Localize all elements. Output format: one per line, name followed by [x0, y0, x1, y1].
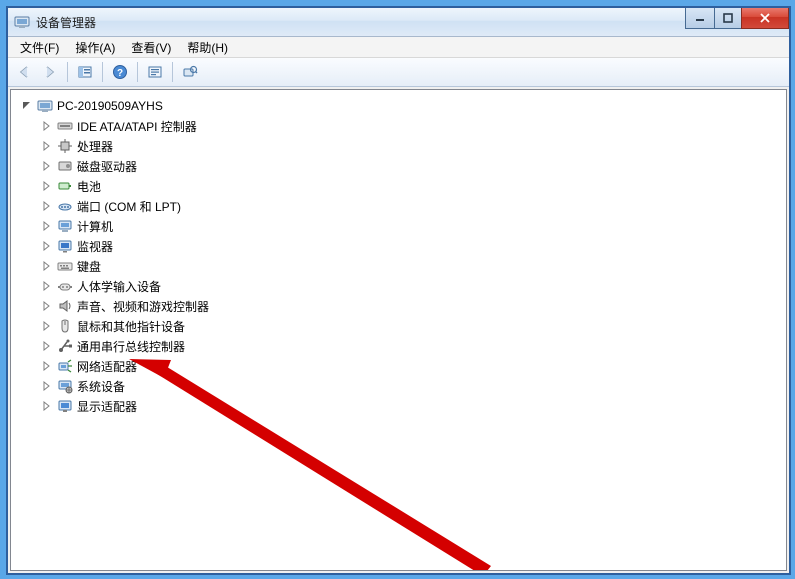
category-icon [57, 158, 73, 174]
expand-icon[interactable] [41, 320, 53, 332]
expand-icon[interactable] [41, 220, 53, 232]
category-icon [57, 118, 73, 134]
expand-icon[interactable] [41, 240, 53, 252]
tree-item[interactable]: 电池 [41, 176, 782, 196]
tree-item[interactable]: 声音、视频和游戏控制器 [41, 296, 782, 316]
toolbar: ? [8, 58, 789, 87]
tree-item[interactable]: 显示适配器 [41, 396, 782, 416]
tree-item[interactable]: 键盘 [41, 256, 782, 276]
content-frame: PC-20190509AYHS IDE ATA/ATAPI 控制器处理器磁盘驱动器… [8, 87, 789, 573]
tree-item-label: 端口 (COM 和 LPT) [77, 198, 181, 215]
app-icon [14, 14, 30, 30]
tree-item[interactable]: 监视器 [41, 236, 782, 256]
toolbar-separator [102, 62, 103, 82]
close-button[interactable] [741, 8, 789, 29]
tree-item-label: IDE ATA/ATAPI 控制器 [77, 118, 197, 135]
category-icon [57, 278, 73, 294]
expand-icon[interactable] [41, 120, 53, 132]
tree-item[interactable]: 计算机 [41, 216, 782, 236]
tree-item[interactable]: 通用串行总线控制器 [41, 336, 782, 356]
show-hide-tree-button[interactable] [73, 60, 97, 84]
category-icon [57, 238, 73, 254]
expand-icon[interactable] [41, 280, 53, 292]
titlebar[interactable]: 设备管理器 [8, 8, 789, 37]
expand-icon[interactable] [41, 140, 53, 152]
menu-file[interactable]: 文件(F) [12, 37, 67, 58]
category-icon [57, 218, 73, 234]
tree-item[interactable]: 端口 (COM 和 LPT) [41, 196, 782, 216]
category-icon [57, 358, 73, 374]
category-icon [57, 198, 73, 214]
expand-icon[interactable] [21, 100, 33, 112]
expand-icon[interactable] [41, 180, 53, 192]
maximize-button[interactable] [714, 8, 742, 29]
expand-icon[interactable] [41, 200, 53, 212]
tree-item-label: 显示适配器 [77, 398, 137, 415]
device-tree-panel[interactable]: PC-20190509AYHS IDE ATA/ATAPI 控制器处理器磁盘驱动器… [10, 89, 787, 571]
device-manager-window: 设备管理器 文件(F) 操作(A) 查看(V) 帮助(H) [7, 7, 790, 574]
tree-item-label: 鼠标和其他指针设备 [77, 318, 185, 335]
toolbar-separator [137, 62, 138, 82]
tree-item[interactable]: 鼠标和其他指针设备 [41, 316, 782, 336]
menu-help[interactable]: 帮助(H) [179, 37, 236, 58]
tree-item[interactable]: 系统设备 [41, 376, 782, 396]
tree-item-label: 键盘 [77, 258, 101, 275]
category-icon [57, 378, 73, 394]
computer-icon [37, 98, 53, 114]
category-icon [57, 298, 73, 314]
properties-button[interactable] [143, 60, 167, 84]
category-icon [57, 178, 73, 194]
toolbar-separator [67, 62, 68, 82]
tree-item-label: 计算机 [77, 218, 113, 235]
svg-text:?: ? [117, 68, 123, 79]
tree-item-label: 网络适配器 [77, 358, 137, 375]
expand-icon[interactable] [41, 380, 53, 392]
tree-item-label: 人体学输入设备 [77, 278, 161, 295]
tree-item-label: 系统设备 [77, 378, 125, 395]
tree-item-label: 通用串行总线控制器 [77, 338, 185, 355]
category-icon [57, 258, 73, 274]
tree-root[interactable]: PC-20190509AYHS [21, 96, 782, 116]
expand-icon[interactable] [41, 360, 53, 372]
scan-hardware-button[interactable] [178, 60, 202, 84]
tree-item[interactable]: 处理器 [41, 136, 782, 156]
expand-icon[interactable] [41, 340, 53, 352]
forward-button[interactable] [38, 60, 62, 84]
tree-root-label: PC-20190509AYHS [57, 99, 163, 113]
toolbar-separator [172, 62, 173, 82]
expand-icon[interactable] [41, 300, 53, 312]
category-icon [57, 338, 73, 354]
back-button[interactable] [12, 60, 36, 84]
category-icon [57, 318, 73, 334]
category-icon [57, 398, 73, 414]
tree-item[interactable]: IDE ATA/ATAPI 控制器 [41, 116, 782, 136]
tree-item-label: 处理器 [77, 138, 113, 155]
tree-item[interactable]: 人体学输入设备 [41, 276, 782, 296]
menu-view[interactable]: 查看(V) [123, 37, 179, 58]
expand-icon[interactable] [41, 400, 53, 412]
tree-item[interactable]: 网络适配器 [41, 356, 782, 376]
tree-item-label: 监视器 [77, 238, 113, 255]
window-controls [686, 8, 789, 28]
expand-icon[interactable] [41, 260, 53, 272]
minimize-button[interactable] [685, 8, 715, 29]
tree-item-label: 磁盘驱动器 [77, 158, 137, 175]
help-button[interactable]: ? [108, 60, 132, 84]
tree-item[interactable]: 磁盘驱动器 [41, 156, 782, 176]
window-title: 设备管理器 [36, 14, 96, 31]
tree-item-label: 电池 [77, 178, 101, 195]
menu-action[interactable]: 操作(A) [67, 37, 123, 58]
category-icon [57, 138, 73, 154]
tree-item-label: 声音、视频和游戏控制器 [77, 298, 209, 315]
menubar: 文件(F) 操作(A) 查看(V) 帮助(H) [8, 37, 789, 58]
expand-icon[interactable] [41, 160, 53, 172]
